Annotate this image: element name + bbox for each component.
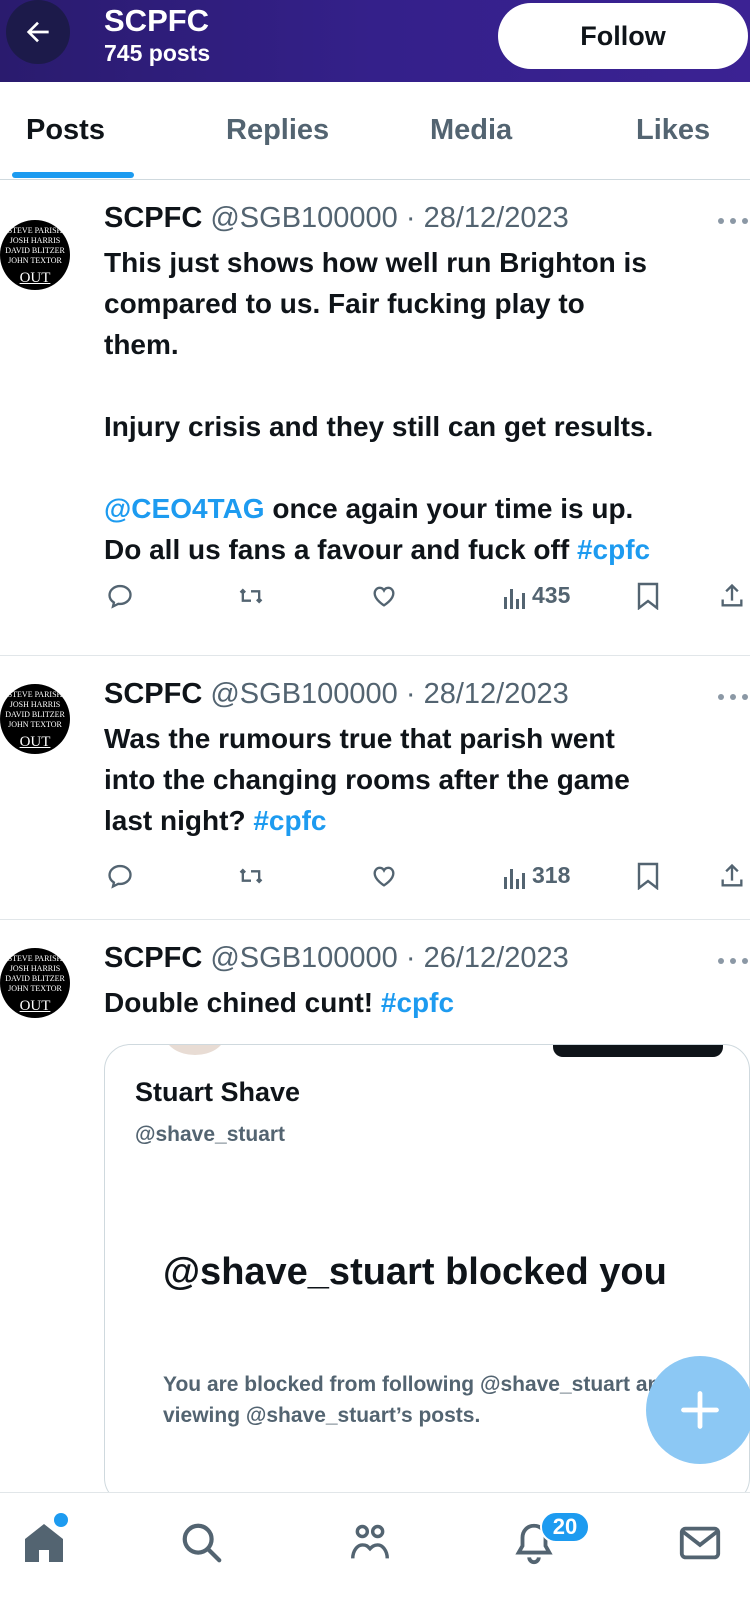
tweet-header: SCPFC @SGB100000 · 26/12/2023: [104, 942, 569, 975]
profile-tabs: Posts Replies Media Likes: [0, 82, 750, 180]
nav-messages[interactable]: [670, 1513, 730, 1573]
profile-header: SCPFC 745 posts Follow: [0, 0, 750, 82]
tweet[interactable]: STEVE PARISH JOSH HARRIS DAVID BLITZER JOHN…: [0, 656, 750, 920]
back-arrow-icon: [26, 21, 49, 43]
author-meta: @SGB100000 · 26/12/2023: [210, 942, 569, 974]
views-button[interactable]: 435: [504, 582, 570, 609]
retweet-icon: [239, 868, 263, 884]
mention-link[interactable]: @CEO4TAG: [104, 493, 265, 524]
avatar-names: STEVE PARISH JOSH HARRIS DAVID BLITZER JOHN…: [5, 226, 65, 265]
tweet[interactable]: STEVE PARISH JOSH HARRIS DAVID BLITZER JOHN…: [0, 180, 750, 656]
tweet-actions: 318: [0, 862, 750, 902]
retweet-button[interactable]: [236, 582, 266, 610]
active-tab-indicator: [12, 172, 134, 178]
back-button[interactable]: [6, 0, 70, 64]
tab-likes[interactable]: Likes: [636, 114, 710, 147]
share-icon: [721, 863, 743, 887]
author-meta: @SGB100000 · 28/12/2023: [210, 202, 569, 234]
tweet-text: This just shows how well run Brighton is…: [104, 247, 654, 565]
views-button[interactable]: 318: [504, 862, 570, 889]
tab-media[interactable]: Media: [430, 114, 512, 147]
views-count: 318: [532, 862, 571, 888]
author-name[interactable]: SCPFC: [104, 678, 202, 710]
author-name[interactable]: SCPFC: [104, 942, 202, 974]
tweet-header: SCPFC @SGB100000 · 28/12/2023: [104, 202, 569, 235]
share-button[interactable]: [718, 582, 746, 610]
quoted-avatar: [165, 1045, 225, 1055]
profile-name: SCPFC: [104, 3, 210, 38]
communities-icon: [351, 1524, 389, 1559]
tweet-header: SCPFC @SGB100000 · 28/12/2023: [104, 678, 569, 711]
nav-communities[interactable]: [340, 1513, 400, 1573]
compose-plus-icon: [681, 1391, 719, 1429]
reply-icon: [108, 864, 132, 889]
retweet-icon: [239, 588, 263, 604]
hashtag-link[interactable]: #cpfc: [253, 805, 326, 836]
avatar[interactable]: STEVE PARISH JOSH HARRIS DAVID BLITZER JOHN…: [0, 684, 70, 754]
author-meta: @SGB100000 · 28/12/2023: [210, 678, 569, 710]
more-icon[interactable]: [718, 694, 750, 702]
share-button[interactable]: [718, 862, 746, 890]
mail-icon: [679, 1526, 721, 1560]
home-notification-dot: [54, 1513, 68, 1527]
more-icon[interactable]: [718, 958, 750, 966]
more-icon[interactable]: [718, 218, 750, 226]
blocked-info: You are blocked from following @shave_st…: [163, 1373, 674, 1427]
post-count: 745 posts: [104, 40, 211, 66]
avatar-names: STEVE PARISH JOSH HARRIS DAVID BLITZER JOHN…: [5, 690, 65, 729]
avatar-names: STEVE PARISH JOSH HARRIS DAVID BLITZER JOHN…: [5, 954, 65, 993]
compose-button[interactable]: [646, 1356, 750, 1464]
views-count: 435: [532, 582, 571, 608]
avatar-out: OUT: [19, 998, 51, 1014]
tab-replies[interactable]: Replies: [226, 114, 329, 147]
share-icon: [721, 583, 743, 607]
like-button[interactable]: [370, 862, 398, 890]
hashtag-link[interactable]: #cpfc: [577, 534, 650, 565]
quoted-handle: @shave_stuart: [135, 1123, 286, 1146]
blocked-title: @shave_stuart blocked you: [163, 1251, 667, 1293]
hashtag-link[interactable]: #cpfc: [381, 987, 454, 1018]
follow-button[interactable]: Follow: [498, 3, 748, 69]
quoted-name: Stuart Shave: [135, 1077, 301, 1107]
tweet-text: Double chined cunt! #cpfc: [104, 987, 455, 1018]
reply-button[interactable]: [106, 862, 134, 890]
tweet-actions: 435: [0, 582, 750, 622]
like-icon: [373, 866, 395, 887]
nav-search[interactable]: [172, 1513, 232, 1573]
quoted-follow-pill: [553, 1045, 723, 1057]
author-name[interactable]: SCPFC: [104, 202, 202, 234]
avatar-out: OUT: [19, 270, 51, 286]
retweet-button[interactable]: [236, 862, 266, 890]
notifications-badge: 20: [540, 1511, 590, 1543]
tweet-text: Was the rumours true that parish went in…: [104, 723, 630, 836]
bottom-nav: 20: [0, 1492, 750, 1624]
views-icon: [504, 868, 525, 889]
tab-posts[interactable]: Posts: [26, 114, 105, 147]
avatar[interactable]: STEVE PARISH JOSH HARRIS DAVID BLITZER JOHN…: [0, 948, 70, 1018]
bookmark-button[interactable]: [636, 582, 660, 610]
like-icon: [373, 586, 395, 607]
search-icon: [182, 1523, 222, 1563]
reply-icon: [108, 584, 132, 609]
bookmark-icon: [637, 582, 659, 610]
reply-button[interactable]: [106, 582, 134, 610]
bookmark-icon: [637, 862, 659, 890]
views-icon: [504, 588, 525, 609]
bookmark-button[interactable]: [636, 862, 660, 890]
avatar-out: OUT: [19, 734, 51, 750]
avatar[interactable]: STEVE PARISH JOSH HARRIS DAVID BLITZER JOHN…: [0, 220, 70, 290]
like-button[interactable]: [370, 582, 398, 610]
